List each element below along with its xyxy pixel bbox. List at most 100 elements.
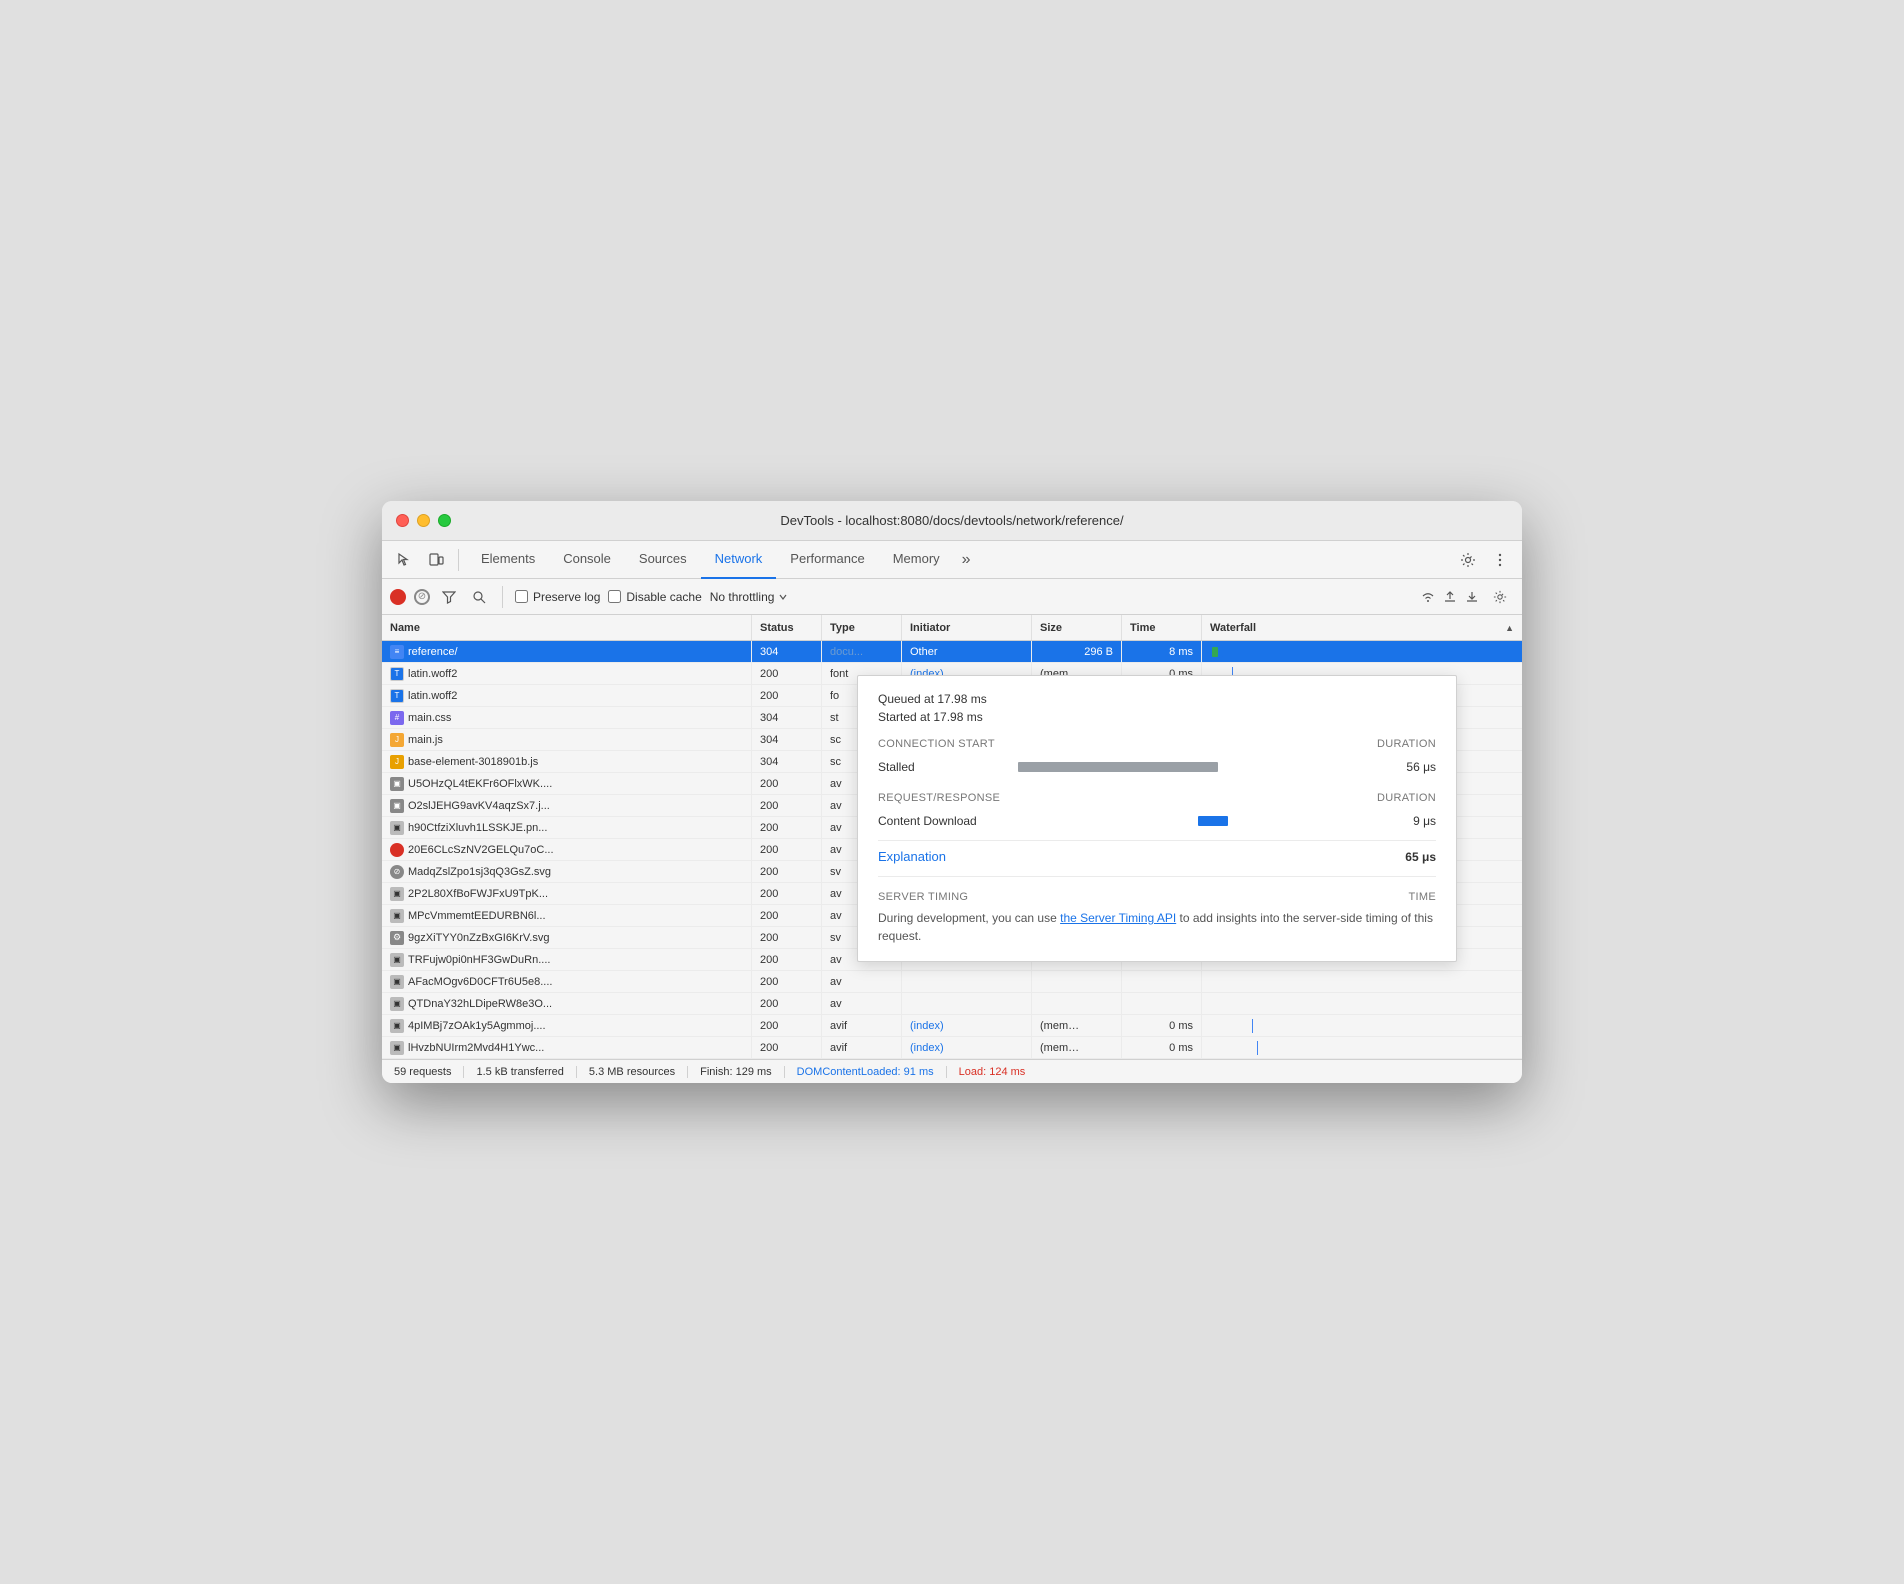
row-name: T latin.woff2 [382, 685, 752, 706]
img-gray-icon: ▣ [390, 821, 404, 835]
throttle-select[interactable]: No throttling [710, 590, 789, 604]
inspect-icon[interactable] [390, 546, 418, 574]
row-name: ▣ MPcVmmemtEEDURBN6l... [382, 905, 752, 926]
content-download-bar-area [1018, 810, 1376, 832]
preserve-log-label[interactable]: Preserve log [515, 590, 600, 604]
minimize-button[interactable] [417, 514, 430, 527]
table-row[interactable]: ▣ QTDnaY32hLDipeRW8e3O... 200 av [382, 993, 1522, 1015]
device-icon[interactable] [422, 546, 450, 574]
disable-cache-checkbox[interactable] [608, 590, 621, 603]
row-time: 0 ms [1122, 1037, 1202, 1058]
toolbar-right [1454, 546, 1514, 574]
th-name[interactable]: Name [382, 615, 752, 640]
img-icon: ▣ [390, 799, 404, 813]
close-button[interactable] [396, 514, 409, 527]
row-name: ▣ 2P2L80XfBoFWJFxU9TpK... [382, 883, 752, 904]
filter-icon[interactable] [438, 586, 460, 608]
row-status: 200 [752, 861, 822, 882]
red-dot-icon [390, 843, 404, 857]
row-name: ▣ U5OHzQL4tEKFr6OFlxWK.... [382, 773, 752, 794]
tab-console[interactable]: Console [549, 541, 625, 579]
wifi-icon [1420, 589, 1436, 605]
th-initiator[interactable]: Initiator [902, 615, 1032, 640]
row-time: 0 ms [1122, 1015, 1202, 1036]
row-waterfall [1202, 971, 1522, 992]
tab-performance[interactable]: Performance [776, 541, 878, 579]
row-status: 200 [752, 971, 822, 992]
table-row[interactable]: ▣ lHvzbNUIrm2Mvd4H1Ywc... 200 avif (inde… [382, 1037, 1522, 1059]
row-status: 200 [752, 685, 822, 706]
row-status: 200 [752, 773, 822, 794]
record-button[interactable] [390, 589, 406, 605]
content-download-duration: 9 μs [1376, 814, 1436, 828]
font-icon: T [390, 689, 404, 703]
disable-cache-text: Disable cache [626, 590, 701, 604]
row-status: 200 [752, 927, 822, 948]
upload-icon [1442, 589, 1458, 605]
row-size [1032, 993, 1122, 1014]
time-label: TIME [1409, 891, 1436, 903]
server-timing-api-link[interactable]: the Server Timing API [1060, 911, 1176, 925]
img-gray-icon: ▣ [390, 975, 404, 989]
row-type: avif [822, 1037, 902, 1058]
stop-button[interactable]: ⊘ [414, 589, 430, 605]
row-name: ▣ TRFujw0pi0nHF3GwDuRn.... [382, 949, 752, 970]
settings-icon[interactable] [1454, 546, 1482, 574]
tab-memory[interactable]: Memory [879, 541, 954, 579]
waterfall-bar-teal [1219, 647, 1223, 657]
row-status: 304 [752, 641, 822, 662]
row-waterfall [1202, 993, 1522, 1014]
row-status: 200 [752, 905, 822, 926]
more-options-icon[interactable] [1486, 546, 1514, 574]
row-status: 200 [752, 817, 822, 838]
row-size [1032, 971, 1122, 992]
network-icons [1420, 583, 1514, 611]
search-icon[interactable] [468, 586, 490, 608]
row-initiator: (index) [902, 1037, 1032, 1058]
maximize-button[interactable] [438, 514, 451, 527]
server-timing-header: Server Timing TIME [878, 891, 1436, 903]
table-row[interactable]: ▣ AFacMOgv6D0CFTr6U5e8.... 200 av [382, 971, 1522, 993]
th-waterfall[interactable]: Waterfall ▲ [1202, 615, 1522, 640]
row-size: (mem… [1032, 1037, 1122, 1058]
row-name: J base-element-3018901b.js [382, 751, 752, 772]
throttle-text: No throttling [710, 590, 775, 604]
row-waterfall [1202, 1037, 1522, 1058]
preserve-log-checkbox[interactable] [515, 590, 528, 603]
explanation-link[interactable]: Explanation [878, 849, 946, 864]
content-download-bar [1198, 816, 1228, 826]
timing-popup: Queued at 17.98 ms Started at 17.98 ms C… [857, 675, 1457, 962]
th-type[interactable]: Type [822, 615, 902, 640]
table-row[interactable]: ▣ 4pIMBj7zOAk1y5Agmmoj.... 200 avif (ind… [382, 1015, 1522, 1037]
table-header: Name Status Type Initiator Size Time Wat… [382, 615, 1522, 641]
more-tabs-icon[interactable]: » [954, 541, 979, 579]
js-icon: J [390, 733, 404, 747]
th-time[interactable]: Time [1122, 615, 1202, 640]
row-type: av [822, 993, 902, 1014]
tab-sources[interactable]: Sources [625, 541, 701, 579]
connection-start-title: Connection Start [878, 738, 995, 750]
download-icon [1464, 589, 1480, 605]
server-timing-section: Server Timing TIME During development, y… [878, 891, 1436, 945]
network-toolbar: ⊘ Preserve log Disable cache No throttli… [382, 579, 1522, 615]
img-gray-icon: ▣ [390, 1019, 404, 1033]
th-size[interactable]: Size [1032, 615, 1122, 640]
devtools-toolbar: Elements Console Sources Network Perform… [382, 541, 1522, 579]
row-status: 200 [752, 1037, 822, 1058]
chevron-down-icon [778, 592, 788, 602]
row-name: ▣ O2slJEHG9avKV4aqzSx7.j... [382, 795, 752, 816]
th-status[interactable]: Status [752, 615, 822, 640]
domcontent-loaded: DOMContentLoaded: 91 ms [785, 1066, 947, 1078]
toolbar-divider [458, 549, 459, 571]
toolbar-divider2 [502, 586, 503, 608]
traffic-lights [396, 514, 451, 527]
transferred-size: 1.5 kB transferred [464, 1066, 576, 1078]
stalled-label: Stalled [878, 760, 1018, 774]
network-settings-icon[interactable] [1486, 583, 1514, 611]
gear-icon: ⚙ [390, 931, 404, 945]
table-row[interactable]: ≡ reference/ 304 docu... Other 296 B 8 m… [382, 641, 1522, 663]
disable-cache-label[interactable]: Disable cache [608, 590, 701, 604]
row-name: 20E6CLcSzNV2GELQu7oC... [382, 839, 752, 860]
tab-elements[interactable]: Elements [467, 541, 549, 579]
tab-network[interactable]: Network [701, 541, 777, 579]
